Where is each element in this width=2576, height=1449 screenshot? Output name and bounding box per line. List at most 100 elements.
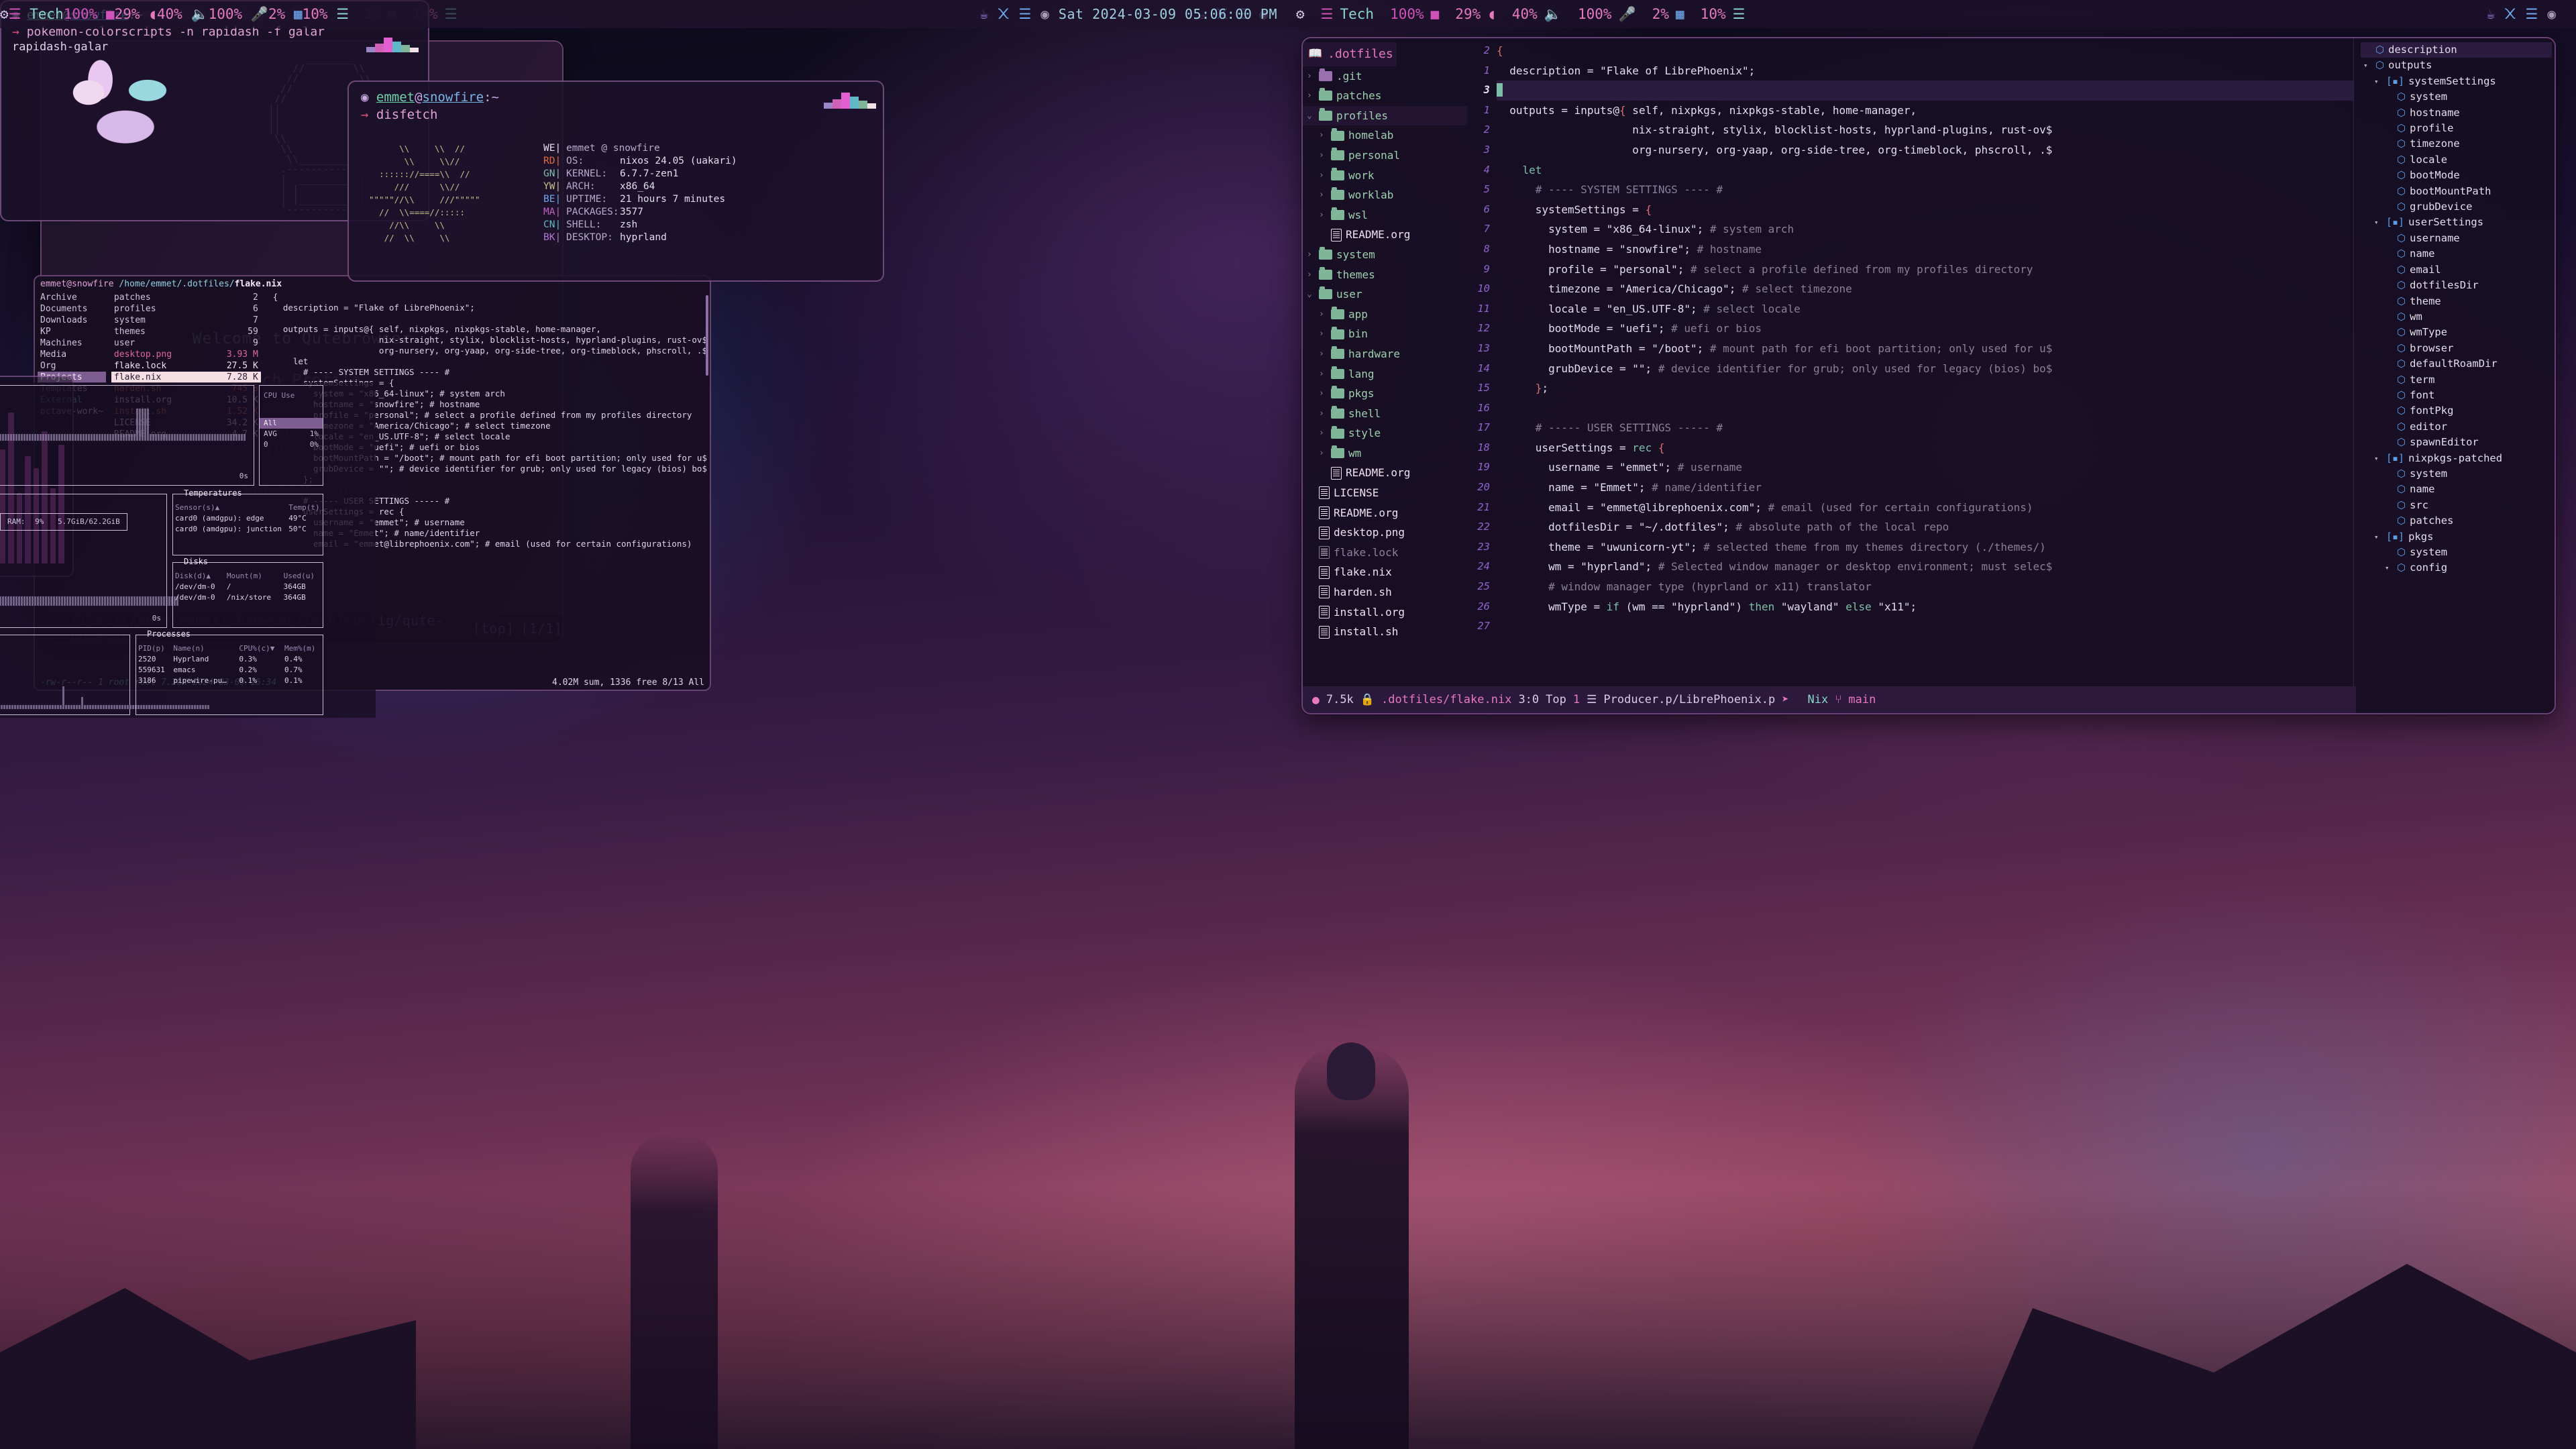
imenu-item-system[interactable]: ⬡ system [2361,466,2552,482]
code-line[interactable]: nix-straight, stylix, blocklist-hosts, h… [1497,120,2353,140]
code-line[interactable] [1497,80,2353,101]
imenu-item-timezone[interactable]: ⬡ timezone [2361,136,2552,152]
code-line[interactable]: wm = "hyprland"; # Selected window manag… [1497,557,2353,577]
imenu-item-bootMode[interactable]: ⬡ bootMode [2361,168,2552,183]
chevron-icon[interactable]: › [1319,205,1327,225]
imenu-item-description[interactable]: ⬡ description [2361,42,2552,58]
table-row[interactable]: card0 (amdgpu): junction 50°C [173,524,323,535]
waybar2-battery[interactable]: 29% ◖ [1447,6,1504,22]
treemacs-item-app[interactable]: › app [1303,305,1467,325]
ranger-file-item[interactable]: profiles 6 [111,303,261,315]
chevron-icon[interactable]: › [1319,443,1327,464]
chevron-icon[interactable]: ▾ [2363,58,2371,73]
code-line[interactable]: { [1497,41,2353,61]
table-row[interactable]: card0 (amdgpu): edge 49°C [173,513,323,524]
imenu-item-patches[interactable]: ⬡ patches [2361,513,2552,529]
imenu-item-browser[interactable]: ⬡ browser [2361,341,2552,356]
code-line[interactable]: locale = "en_US.UTF-8"; # select locale [1497,299,2353,319]
code-line[interactable] [1497,398,2353,419]
waybar3-mic[interactable]: 100% 🎤 [209,6,268,23]
code-line[interactable]: }; [1497,378,2353,398]
ranger-scrollbar[interactable] [706,295,708,376]
ranger-file-item[interactable]: desktop.png 3.93 M [111,349,261,360]
imenu-item-term[interactable]: ⬡ term [2361,372,2552,388]
column-header[interactable]: Used(u) [282,571,323,582]
imenu-item-email[interactable]: ⬡ email [2361,262,2552,278]
imenu-item-font[interactable]: ⬡ font [2361,388,2552,403]
column-header[interactable]: PID(p) [136,643,171,654]
imenu-item-grubDevice[interactable]: ⬡ grubDevice [2361,199,2552,215]
chevron-icon[interactable]: ⌄ [1307,284,1315,305]
emacs-window[interactable]: 📖 .dotfiles › .git › patches ⌄ profiles › homel… [1301,37,2556,714]
code-line[interactable]: org-nursery, org-yaap, org-side-tree, or… [1497,140,2353,160]
chevron-icon[interactable]: › [1307,245,1315,265]
treemacs-item-hardware[interactable]: › hardware [1303,344,1467,364]
wifi-signal-icon[interactable]: ☰ [2526,7,2538,21]
chevron-icon[interactable]: › [1319,364,1327,384]
imenu-item-wmType[interactable]: ⬡ wmType [2361,325,2552,340]
column-header[interactable]: Sensor(s)▲ [173,502,286,513]
emacs-buffer[interactable]: 2 1 3 1 2 3 4 5 6 7 8 9 10 11 12 13 14 15 16 17 18 19 20 21 22 23… [1467,38,2353,688]
column-header[interactable]: Temp(t) [286,502,323,513]
chevron-icon[interactable]: › [1319,324,1327,344]
code-line[interactable]: # ---- SYSTEM SETTINGS ---- # [1497,180,2353,200]
waybar3-cpu[interactable]: 2% ▦ [268,6,303,22]
ranger-parent-item[interactable]: Downloads [38,315,106,326]
code-line[interactable]: dotfilesDir = "~/.dotfiles"; # absolute … [1497,517,2353,537]
code-line[interactable]: description = "Flake of LibrePhoenix"; [1497,61,2353,81]
table-row[interactable]: 559631 emacs 0.2% 0.7% [136,665,323,676]
coffee-off-icon[interactable]: ☕ [980,6,989,22]
imenu-item-bootMountPath[interactable]: ⬡ bootMountPath [2361,184,2552,199]
chevron-icon[interactable]: › [1319,125,1327,146]
column-header[interactable]: Disk(d)▲ [173,571,225,582]
code-line[interactable]: systemSettings = { [1497,200,2353,220]
imenu-item-src[interactable]: ⬡ src [2361,498,2552,513]
code-line[interactable]: outputs = inputs@{ self, nixpkgs, nixpkg… [1497,101,2353,121]
treemacs-item-style[interactable]: › style [1303,423,1467,443]
code-line[interactable]: grubDevice = ""; # device identifier for… [1497,359,2353,379]
waybar2-workspace[interactable]: ☰ Tech [1313,6,1382,22]
treemacs-item-work[interactable]: › work [1303,166,1467,186]
chevron-icon[interactable]: › [1307,66,1315,87]
chevron-icon[interactable]: › [1319,404,1327,424]
treemacs-item-user[interactable]: ⌄ user [1303,284,1467,305]
code-line[interactable]: wmType = if (wm == "hyprland") then "way… [1497,597,2353,617]
chevron-icon[interactable]: › [1307,86,1315,106]
code-content[interactable]: { description = "Flake of LibrePhoenix";… [1497,41,2353,688]
code-line[interactable]: # ----- USER SETTINGS ----- # [1497,418,2353,438]
waybar3-brightness[interactable]: 100% ■ [64,6,115,22]
code-line[interactable]: theme = "uwunicorn-yt"; # selected theme… [1497,537,2353,557]
treemacs-item-profiles[interactable]: ⌄ profiles [1303,105,1467,126]
treemacs-item-harden-sh[interactable]: harden.sh [1303,582,1467,602]
imenu-item-systemSettings[interactable]: ▾ [▪] systemSettings [2361,74,2552,89]
treemacs-item-install-sh[interactable]: install.sh [1303,622,1467,642]
treemacs-item--git[interactable]: › .git [1303,66,1467,87]
treemacs-item-wsl[interactable]: › wsl [1303,205,1467,225]
ranger-file-item[interactable]: themes 59 [111,326,261,337]
imenu-item-profile[interactable]: ⬡ profile [2361,121,2552,136]
wifi-signal-icon[interactable]: ☰ [1018,6,1031,22]
treemacs-item-install-org[interactable]: install.org [1303,602,1467,623]
chevron-icon[interactable]: ▾ [2374,451,2382,466]
treemacs-item-pkgs[interactable]: › pkgs [1303,384,1467,404]
processes-table[interactable]: PID(p) Name(n) CPU%(c)▼ Mem%(m) 2520 Hyprland… [136,643,323,686]
cpu-core-row[interactable]: All [260,418,323,429]
treemacs-item-themes[interactable]: › themes [1303,265,1467,285]
code-line[interactable]: system = "x86_64-linux"; # system arch [1497,219,2353,239]
treemacs-item-README-org[interactable]: README.org [1303,503,1467,523]
treemacs-sidebar[interactable]: 📖 .dotfiles › .git › patches ⌄ profiles › homel… [1303,38,1467,688]
chevron-icon[interactable]: ⌄ [1307,106,1315,126]
code-line[interactable]: userSettings = rec { [1497,438,2353,458]
treemacs-item-README-org[interactable]: README.org [1303,463,1467,483]
ranger-file-item[interactable]: system 7 [111,315,261,326]
waybar3-mem[interactable]: 10% ☰ [303,6,349,22]
code-line[interactable]: username = "emmet"; # username [1497,458,2353,478]
imenu-item-outputs[interactable]: ▾ ⬡ outputs [2361,58,2552,73]
ranger-parent-item[interactable]: Media [38,349,106,360]
ranger-parent-item[interactable]: Org [38,360,106,372]
waybar2-brightness[interactable]: 100% ■ [1382,6,1447,22]
cpu-core-row[interactable]: 0 0% [260,439,323,450]
waybar3-battery[interactable]: 29% ◖ [115,6,157,22]
treemacs-item-shell[interactable]: › shell [1303,404,1467,424]
waybar2-cpu[interactable]: 2% ▦ [1644,6,1693,22]
